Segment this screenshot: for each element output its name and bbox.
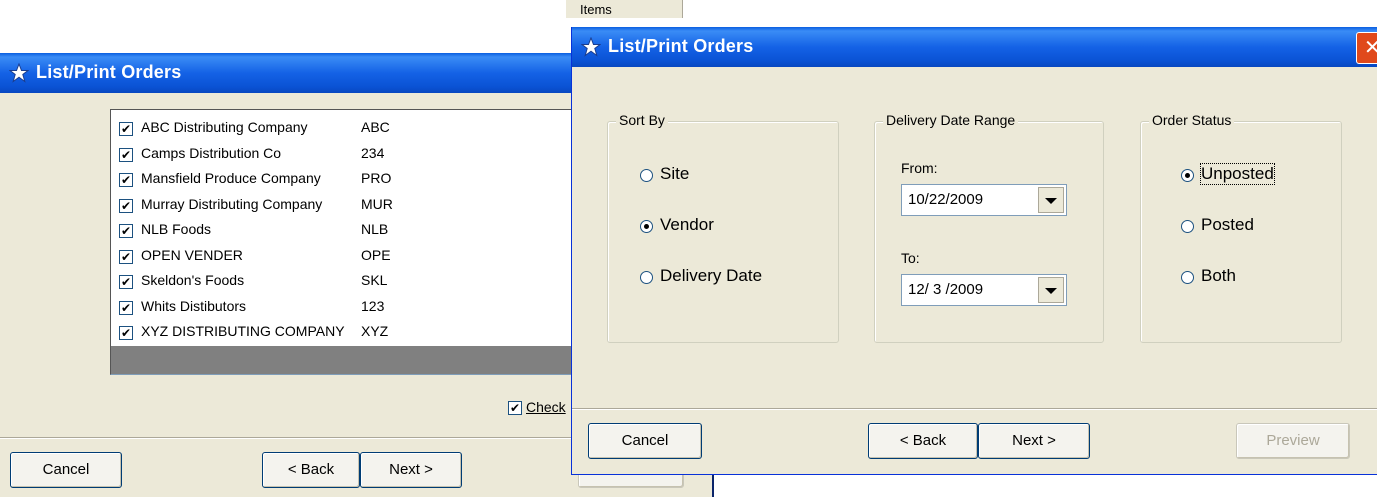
vendor-name: Skeldon's Foods [141, 272, 245, 288]
vendor-code: XYZ [361, 323, 389, 339]
vendor-checkbox[interactable]: ✔ [119, 173, 133, 187]
vendor-name: OPEN VENDER [141, 246, 243, 263]
front-dialog-title: List/Print Orders [608, 36, 754, 56]
order-status-group: Order Status Unposted Posted Both [1140, 112, 1342, 343]
vendor-name: Whits Distibutors [141, 297, 247, 314]
front-dialog-titlebar[interactable]: List/Print Orders ✕ [572, 27, 1377, 67]
vendor-code: NLB [361, 221, 389, 237]
to-date-value: 12/ 3 /2009 [908, 281, 984, 298]
close-button[interactable]: ✕ [1356, 32, 1377, 64]
check-all-box[interactable]: ✔ [508, 401, 522, 415]
vendor-checkbox[interactable]: ✔ [119, 275, 133, 289]
from-date-picker[interactable]: 10/22/2009 [901, 184, 1067, 216]
vendor-checkbox[interactable]: ✔ [119, 249, 133, 264]
back-next-button[interactable]: Next > [360, 452, 462, 488]
to-date-picker[interactable]: 12/ 3 /2009 [901, 274, 1067, 306]
background-items-tab: Items [566, 0, 683, 18]
star-icon [9, 63, 29, 83]
vendor-checkbox[interactable]: ✔ [119, 300, 133, 315]
vendor-name: ABC Distributing Company [141, 119, 308, 135]
vendor-code: MUR [361, 195, 393, 212]
to-label: To: [901, 250, 920, 266]
status-both-label: Both [1201, 266, 1236, 285]
star-icon [581, 37, 601, 57]
close-icon: ✕ [1364, 37, 1377, 59]
vendor-code: 123 [361, 297, 385, 314]
vendor-list[interactable]: ✔ ABC Distributing Company ABC ✔ Camps Distr… [110, 109, 592, 375]
sort-delivery-date-radio[interactable] [640, 271, 653, 284]
status-unposted-radio[interactable] [1181, 169, 1194, 182]
vendor-checkbox[interactable]: ✔ [119, 326, 133, 340]
back-back-button[interactable]: < Back [262, 452, 360, 488]
vendor-name: XYZ DISTRIBUTING COMPANY [141, 323, 345, 339]
status-both-radio[interactable] [1181, 271, 1194, 284]
vendor-checkbox[interactable]: ✔ [119, 224, 133, 238]
sort-vendor-label: Vendor [660, 215, 714, 234]
vendor-code: 234 [361, 144, 385, 161]
delivery-date-range-legend: Delivery Date Range [883, 112, 1019, 128]
sort-vendor-radio[interactable] [640, 220, 653, 233]
sort-site-radio[interactable] [640, 169, 653, 182]
vendor-checkbox[interactable]: ✔ [119, 122, 133, 136]
chevron-down-icon[interactable] [1038, 277, 1064, 303]
sort-site-label: Site [660, 164, 690, 183]
status-unposted-label: Unposted [1200, 163, 1275, 185]
sort-delivery-date-label: Delivery Date [660, 266, 763, 285]
front-button-separator [572, 408, 1377, 410]
front-dialog: List/Print Orders ✕ Sort By Site Vendor … [571, 27, 1377, 475]
vendor-name: Camps Distribution Co [141, 144, 282, 161]
vendor-checkbox[interactable]: ✔ [119, 147, 133, 162]
vendor-code: PRO [361, 170, 392, 186]
vendor-code: ABC [361, 119, 390, 135]
chevron-down-icon[interactable] [1038, 187, 1064, 213]
vendor-checkbox[interactable]: ✔ [119, 198, 133, 213]
back-cancel-button[interactable]: Cancel [10, 452, 122, 488]
front-next-button[interactable]: Next > [978, 423, 1090, 459]
order-status-legend: Order Status [1149, 112, 1235, 128]
vendor-name: Murray Distributing Company [141, 195, 323, 212]
back-dialog-title: List/Print Orders [36, 62, 182, 82]
vendor-name: NLB Foods [141, 221, 212, 237]
front-back-button[interactable]: < Back [868, 423, 978, 459]
status-posted-radio[interactable] [1181, 220, 1194, 233]
check-all-label: Check [526, 399, 566, 415]
vendor-code: OPE [361, 246, 391, 263]
from-date-value: 10/22/2009 [908, 191, 984, 208]
vendor-code: SKL [361, 272, 388, 288]
front-cancel-button[interactable]: Cancel [588, 423, 702, 459]
vendor-name: Mansfield Produce Company [141, 170, 321, 186]
delivery-date-range-group: Delivery Date Range From: 10/22/2009 To:… [874, 112, 1104, 343]
from-label: From: [901, 160, 938, 176]
status-posted-label: Posted [1201, 215, 1254, 234]
sort-by-legend: Sort By [616, 112, 668, 128]
vendor-list-empty-area [111, 346, 591, 374]
front-preview-button[interactable]: Preview [1236, 423, 1350, 459]
sort-by-group: Sort By Site Vendor Delivery Date [607, 112, 839, 343]
